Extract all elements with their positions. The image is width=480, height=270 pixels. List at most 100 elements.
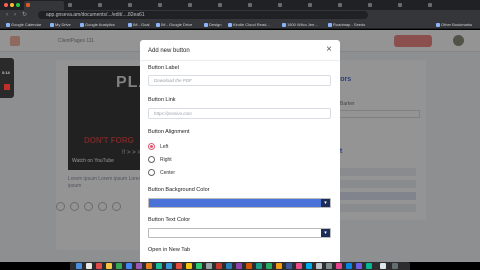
forward-icon[interactable]: › — [14, 12, 16, 18]
app-icon[interactable] — [266, 263, 272, 269]
tab-favicon-icon — [98, 3, 102, 7]
bookmark-icon — [282, 22, 286, 27]
screen: ‹ › ↻ app.gnseva.am/documents/.../edit/.… — [0, 0, 480, 270]
app-icon[interactable] — [206, 263, 212, 269]
tab-favicon-icon — [398, 3, 402, 7]
app-icon[interactable] — [176, 263, 182, 269]
alignment-label: Button Alignment — [148, 129, 190, 135]
app-icon[interactable] — [356, 263, 362, 269]
align-right-label: Right — [160, 157, 172, 163]
window-close-icon[interactable] — [4, 3, 8, 7]
browser-tab[interactable] — [24, 1, 64, 10]
browser-tab[interactable] — [216, 1, 244, 10]
text-color-picker[interactable]: ▾ — [148, 228, 331, 238]
bookmark-item[interactable]: My Drive — [50, 21, 71, 28]
align-left-radio[interactable] — [148, 143, 155, 150]
window-minimize-icon[interactable] — [10, 3, 14, 7]
recorder-widget[interactable]: 0:14 — [0, 58, 14, 98]
bookmark-item[interactable]: Other Bookmarks — [436, 21, 472, 28]
app-icon[interactable] — [86, 263, 92, 269]
bookmark-label: My Drive — [55, 22, 71, 27]
app-icon[interactable] — [286, 263, 292, 269]
bookmark-label: Kindle Cloud Read... — [233, 22, 270, 27]
browser-tab[interactable] — [126, 1, 154, 10]
browser-tab[interactable] — [186, 1, 214, 10]
app-icon[interactable] — [146, 263, 152, 269]
recorder-time: 0:14 — [2, 70, 10, 75]
bookmark-item[interactable]: 1800 Wilco Jee... — [282, 21, 318, 28]
window-maximize-icon[interactable] — [16, 3, 20, 7]
browser-tab[interactable] — [426, 1, 454, 10]
app-icon[interactable] — [326, 263, 332, 269]
bookmark-icon — [228, 22, 232, 27]
app-icon[interactable] — [366, 263, 372, 269]
app-icon[interactable] — [136, 263, 142, 269]
app-icon[interactable] — [296, 263, 302, 269]
bookmark-icon — [436, 22, 440, 27]
finder-icon[interactable] — [76, 263, 82, 269]
app-icon[interactable] — [196, 263, 202, 269]
button-link-input[interactable]: https://prosivo.com — [148, 108, 331, 119]
app-icon[interactable] — [306, 263, 312, 269]
browser-tab[interactable] — [156, 1, 184, 10]
browser-tab[interactable] — [246, 1, 274, 10]
app-icon[interactable] — [106, 263, 112, 269]
button-label-input[interactable]: Download the PDF — [148, 75, 331, 86]
button-label-label: Button Label — [148, 65, 179, 71]
bookmark-item[interactable]: Design — [204, 21, 221, 28]
browser-tab[interactable] — [396, 1, 424, 10]
bookmark-item[interactable]: Google Analytics — [80, 21, 115, 28]
app-icon[interactable] — [246, 263, 252, 269]
app-icon[interactable] — [116, 263, 122, 269]
text-color-label: Button Text Color — [148, 217, 191, 223]
tab-favicon-icon — [218, 3, 222, 7]
browser-tab[interactable] — [96, 1, 124, 10]
chevron-down-icon[interactable]: ▾ — [321, 199, 330, 207]
trash-icon[interactable] — [392, 263, 398, 269]
app-icon[interactable] — [236, 263, 242, 269]
chevron-down-icon[interactable]: ▾ — [321, 229, 330, 237]
tab-favicon-icon — [158, 3, 162, 7]
browser-tab[interactable] — [336, 1, 364, 10]
app-icon[interactable] — [226, 263, 232, 269]
close-icon[interactable]: × — [326, 45, 332, 55]
tab-favicon-icon — [338, 3, 342, 7]
bookmark-item[interactable]: IM - Goal — [128, 21, 149, 28]
browser-tab[interactable] — [66, 1, 94, 10]
bookmark-icon — [204, 22, 208, 27]
bookmark-icon — [50, 22, 54, 27]
bookmark-label: Google Calendar — [11, 22, 42, 27]
bookmark-item[interactable]: Kindle Cloud Read... — [228, 21, 270, 28]
app-icon[interactable] — [346, 263, 352, 269]
stop-record-icon[interactable] — [4, 84, 10, 90]
browser-tab[interactable] — [276, 1, 304, 10]
bg-color-picker[interactable]: ▾ — [148, 198, 331, 208]
address-bar[interactable]: app.gnseva.am/documents/.../edit/....82e… — [38, 11, 368, 19]
app-icon[interactable] — [216, 263, 222, 269]
bookmark-icon — [80, 22, 84, 27]
chrome-icon[interactable] — [126, 263, 132, 269]
tab-favicon-icon — [128, 3, 132, 7]
bookmark-icon — [6, 22, 10, 27]
button-link-label: Button Link — [148, 97, 176, 103]
bookmark-item[interactable]: Google Calendar — [6, 21, 41, 28]
app-icon[interactable] — [276, 263, 282, 269]
browser-tab[interactable] — [366, 1, 394, 10]
browser-tab[interactable] — [306, 1, 334, 10]
bookmark-item[interactable]: Roadmap - Seeds — [328, 21, 365, 28]
app-icon[interactable] — [336, 263, 342, 269]
app-icon[interactable] — [316, 263, 322, 269]
app-icon[interactable] — [256, 263, 262, 269]
bookmarks-bar: Google Calendar My Drive Google Analytic… — [0, 20, 480, 29]
app-icon[interactable] — [186, 263, 192, 269]
app-icon[interactable] — [156, 263, 162, 269]
bookmark-item[interactable]: IM - Google Drive — [156, 21, 192, 28]
app-icon[interactable] — [96, 263, 102, 269]
bookmark-label: IM - Google Drive — [161, 22, 193, 27]
downloads-icon[interactable] — [380, 263, 386, 269]
align-center-radio[interactable] — [148, 169, 155, 176]
back-icon[interactable]: ‹ — [6, 12, 8, 18]
align-right-radio[interactable] — [148, 156, 155, 163]
app-icon[interactable] — [166, 263, 172, 269]
reload-icon[interactable]: ↻ — [22, 12, 27, 18]
